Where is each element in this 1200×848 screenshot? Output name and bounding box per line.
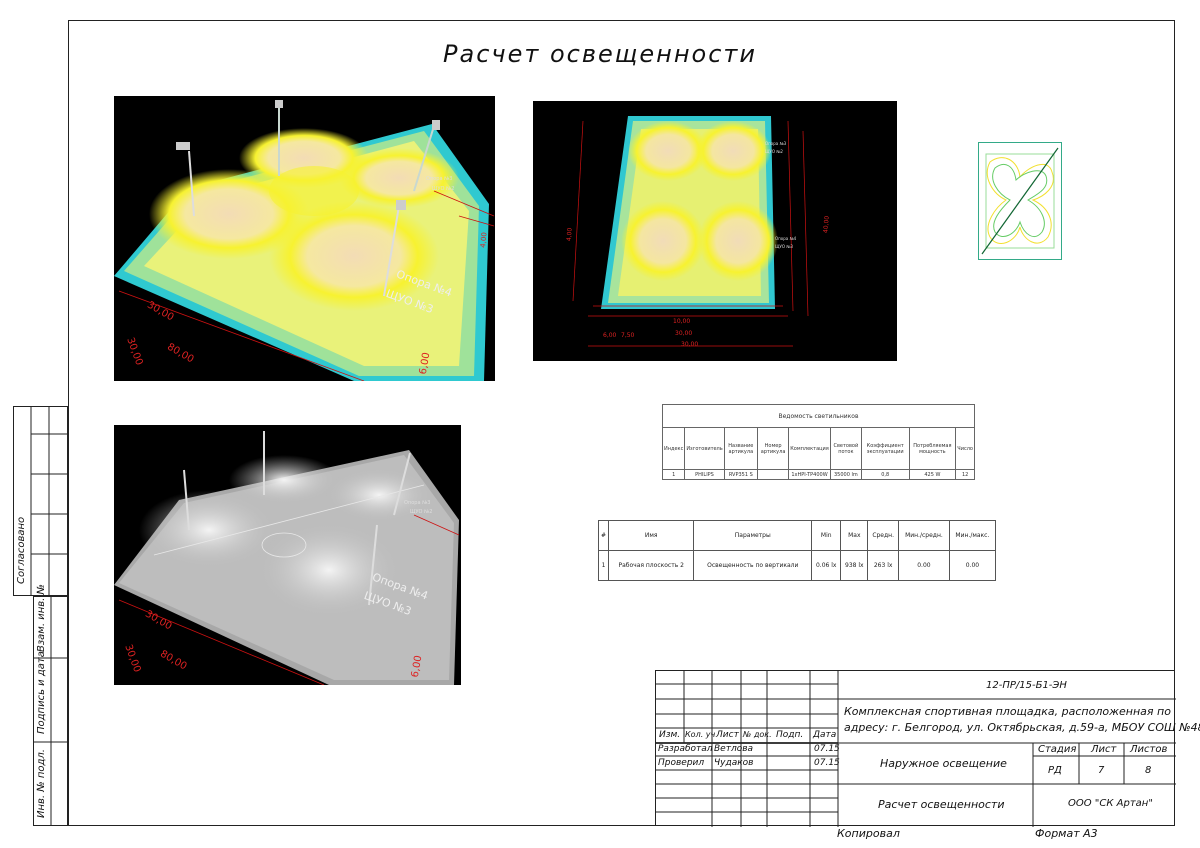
lum-h-6: Коэффициент эксплуатации (860, 427, 910, 470)
lum-c-2: RVP351 S (723, 469, 758, 480)
lum-h-2: Название артикула (723, 427, 758, 470)
calc-h-1: Имя (608, 520, 695, 551)
calc-c-5: 263 lx (867, 550, 900, 581)
tb-stage-h: Стадия (1038, 744, 1077, 755)
stamp-agreed-box: Согласовано (13, 406, 68, 596)
calc-h-5: Средн. (867, 520, 900, 551)
page-title: Расчет освещенности (443, 40, 757, 68)
label-top-pole-4: Опора №4 (775, 236, 797, 241)
tb-company: ООО "СК Артан" (1068, 798, 1153, 809)
lum-c-4: 1xHPI-TP400W (788, 469, 831, 480)
tb-col-doc: № док. (743, 730, 772, 739)
calc-h-4: Max (840, 520, 869, 551)
render-color-top: 10,00 30,00 30,00 4,00 6,00 7,50 40,00 О… (533, 101, 897, 361)
dim-top-5: 6,00 (603, 332, 617, 339)
lum-c-7: 425 W (908, 469, 957, 480)
label-gray-panel-2: ЩУО №2 (410, 509, 433, 515)
lum-h-8: Число (955, 427, 975, 470)
calc-h-7: Мин./макс. (948, 520, 997, 551)
tb-col-kol: Кол. уч (685, 730, 716, 739)
dim-5: 4,00 (479, 231, 489, 249)
calc-h-2: Параметры (693, 520, 813, 551)
stamp-sign-date: Подпись и дата (36, 651, 47, 734)
lum-c-1: PHILIPS (684, 469, 725, 480)
tb-col-izm: Изм. (659, 730, 681, 740)
tb-sheets: 8 (1145, 765, 1152, 776)
label-top-panel-2: ЩУО №2 (765, 149, 783, 154)
label-top-pole-3: Опора №3 (765, 141, 787, 146)
tb-section: Наружное освещение (880, 757, 1007, 770)
calc-c-3: 0.06 lx (811, 550, 842, 581)
tb-check-date: 07.15 (814, 758, 840, 768)
tb-col-date: Дата (813, 730, 837, 740)
tb-code: 12-ПР/15-Б1-ЭН (986, 680, 1067, 691)
label-gray-pole-3: Опора №3 (404, 500, 431, 506)
lum-c-6: 0,8 (860, 469, 910, 480)
lum-c-3 (756, 469, 790, 480)
lum-c-8: 12 (955, 469, 975, 480)
tb-sheet: 7 (1098, 765, 1105, 776)
label-top-panel-3: ЩУО №3 (775, 244, 793, 249)
lum-h-4: Комплектация (788, 427, 831, 470)
calc-h-3: Min (811, 520, 842, 551)
tb-developed: Разработал (658, 744, 713, 754)
stamp-replace: Взам. инв. № (36, 584, 47, 652)
dim-top-1: 10,00 (673, 318, 691, 325)
tb-stage: РД (1048, 765, 1062, 776)
calc-c-6: 0.00 (898, 550, 950, 581)
calc-c-0: 1 (597, 550, 610, 581)
tb-sheet-h: Лист (1091, 744, 1117, 755)
title-block: 12-ПР/15-Б1-ЭН Комплексная спортивная пл… (655, 670, 1200, 827)
footer-format: Формат А3 (1035, 827, 1098, 840)
dim-top-3: 30,00 (681, 341, 699, 348)
label-pole-3: Опора №3 (426, 176, 453, 182)
stamp-inv-box: Взам. инв. № Подпись и дата Инв. № подл. (33, 584, 68, 826)
calc-c-1: Рабочая плоскость 2 (608, 550, 695, 581)
lum-c-5: 35000 lm (829, 469, 862, 480)
tb-dev-date: 07.15 (814, 744, 840, 754)
lum-h-1: Изготовитель (684, 427, 725, 470)
luminaires-caption: Ведомость светильников (662, 404, 975, 428)
luminaires-table: Ведомость светильников Индекс Изготовите… (661, 404, 975, 480)
lum-h-7: Потребляемая мощность (908, 427, 957, 470)
dim-top-2: 30,00 (675, 330, 693, 337)
label-panel-2: ЩУО №2 (432, 186, 455, 192)
tb-object-line2: адресу: г. Белгород, ул. Октябрьская, д.… (844, 721, 1200, 734)
tb-developer-name: Ветлова (714, 744, 754, 754)
dim-top-4: 4,00 (565, 227, 574, 242)
isoline-diagram (978, 142, 1062, 260)
lum-c-0: 1 (661, 469, 686, 480)
footer-copied: Копировал (837, 827, 900, 840)
tb-sheet-title: Расчет освещенности (878, 798, 1005, 811)
lum-h-5: Световой поток (829, 427, 862, 470)
calc-c-2: Освещенность по вертикали (693, 550, 813, 581)
tb-sheets-h: Листов (1130, 744, 1168, 755)
lum-h-0: Индекс (661, 427, 686, 470)
tb-checked: Проверил (658, 758, 705, 768)
tb-col-list: Лист (716, 730, 739, 740)
calc-h-0: # (597, 520, 610, 551)
tb-object-line1: Комплексная спортивная площадка, располо… (844, 705, 1171, 718)
calc-h-6: Мин./средн. (898, 520, 950, 551)
tb-col-sign: Подп. (776, 730, 804, 740)
calc-c-7: 0.00 (948, 550, 997, 581)
calc-results-table: # Имя Параметры Min Max Средн. Мин./сред… (597, 520, 997, 581)
stamp-agreed: Согласовано (16, 516, 27, 584)
lum-h-3: Номер артикула (756, 427, 790, 470)
render-color-3d: Опора №4 ЩУО №3 Опора №3 ЩУО №2 30,00 80… (114, 96, 495, 381)
render-gray-3d: Опора №4 ЩУО №3 Опора №3 ЩУО №2 30,00 80… (114, 425, 461, 685)
calc-c-4: 938 lx (840, 550, 869, 581)
stamp-inv: Инв. № подл. (36, 749, 47, 818)
dim-top-7: 40,00 (822, 215, 831, 234)
dim-top-6: 7,50 (621, 332, 635, 339)
tb-checker-name: Чудаков (714, 758, 754, 768)
